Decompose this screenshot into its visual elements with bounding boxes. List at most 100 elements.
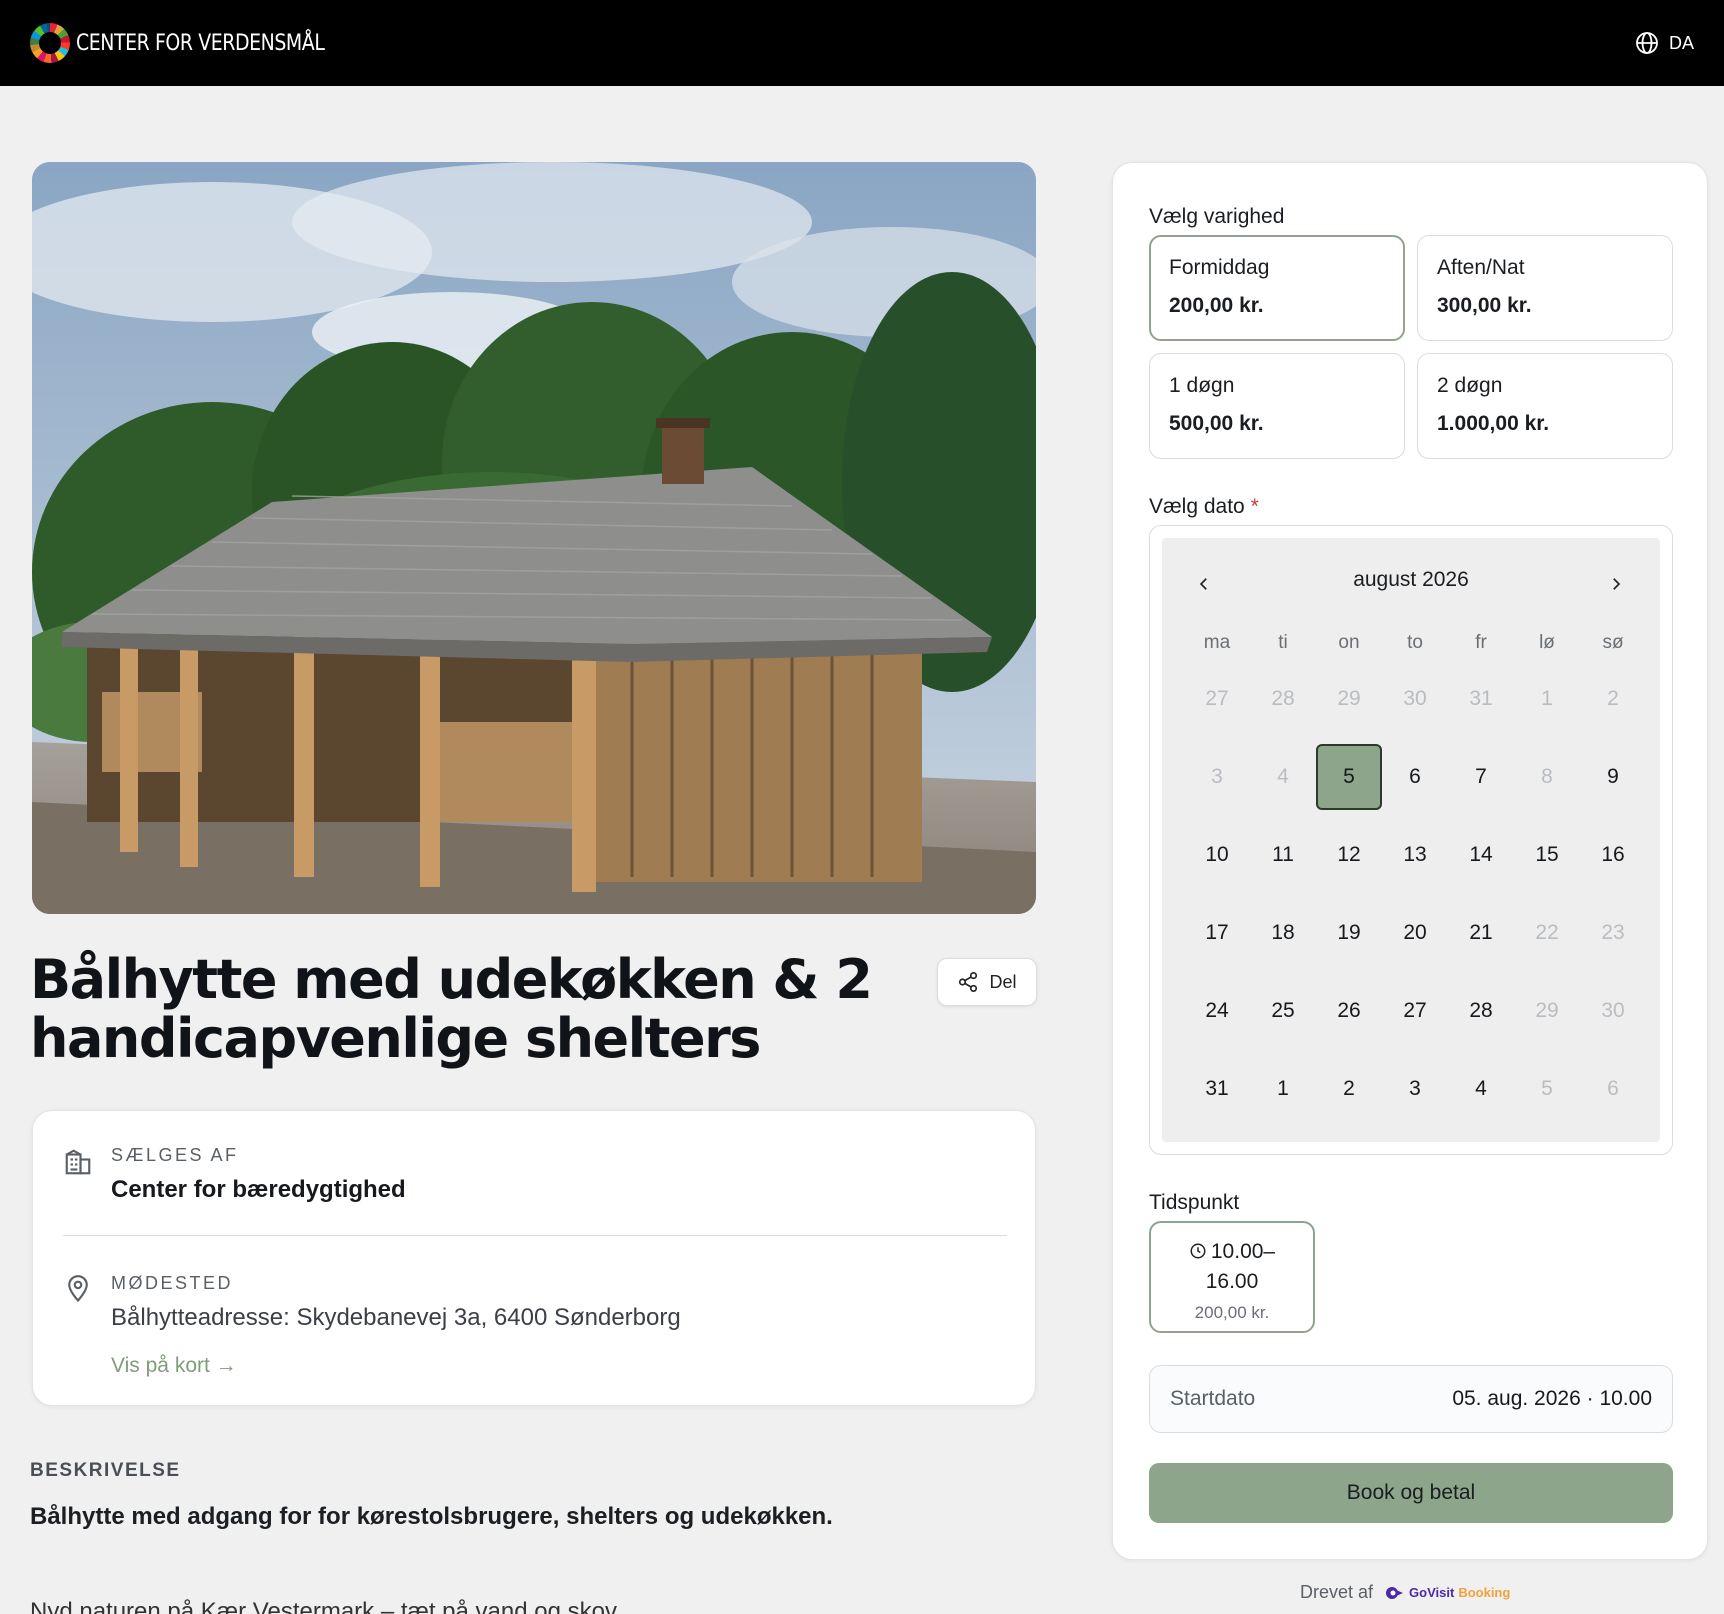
top-bar: CENTER FOR VERDENSMÅL DA [0,0,1724,86]
building-icon [65,1149,91,1175]
calendar-day[interactable]: 3 [1382,1056,1448,1122]
weekday-header: to [1407,632,1423,653]
calendar-day[interactable]: 21 [1448,900,1514,966]
calendar-day[interactable]: 7 [1448,744,1514,810]
required-mark: * [1250,495,1259,518]
meeting-label: MØDESTED [111,1273,234,1293]
calendar-day-selected[interactable]: 5 [1316,744,1382,810]
duration-label: Vælg varighed [1149,205,1285,228]
calendar-frame: august 2026 ma ti on to fr lø sø 27 28 29 30 31 1 2 3 4… [1149,525,1673,1155]
duration-option-1-doegn[interactable]: 1 døgn 500,00 kr. [1149,353,1405,459]
seller-block: SÆLGES AF Center for bæredygtighed [111,1145,406,1204]
logo-part1: GoVisit [1409,1585,1455,1600]
calendar-day: 3 [1211,765,1223,788]
brand-name: CENTER FOR VERDENSMÅL [76,30,325,56]
calendar-month: august 2026 [1353,568,1469,591]
calendar-day[interactable]: 1 [1250,1056,1316,1122]
calendar-day[interactable]: 19 [1316,900,1382,966]
calendar-day: 27 [1205,687,1229,710]
weekday-header: ma [1203,632,1231,653]
language-code: DA [1668,32,1694,53]
time-slot-start: 10.00– [1210,1240,1276,1263]
time-slot-end: 16.00 [1205,1270,1259,1293]
govisit-logo[interactable]: GoVisit Booking [1385,1585,1510,1600]
page-title: Bålhytte med udekøkken & 2 handicapvenli… [30,948,873,1070]
duration-price: 500,00 kr. [1169,412,1264,435]
calendar-day[interactable]: 15 [1514,822,1580,888]
summary-label: Startdato [1170,1387,1256,1410]
duration-option-aften-nat[interactable]: Aften/Nat 300,00 kr. [1417,235,1673,341]
calendar-day[interactable]: 10 [1184,822,1250,888]
calendar-day: 2 [1607,687,1619,710]
duration-option-formiddag[interactable]: Formiddag 200,00 kr. [1149,235,1405,341]
calendar-day: 22 [1535,921,1559,944]
calendar-day: 29 [1337,687,1361,710]
date-label: Vælg dato * [1149,495,1259,519]
book-and-pay-button[interactable]: Book og betal [1149,1463,1673,1523]
calendar-day[interactable]: 26 [1316,978,1382,1044]
weekday-header: lø [1539,632,1555,653]
powered-by: Drevet af GoVisit Booking [1300,1582,1510,1603]
calendar-day[interactable]: 11 [1250,822,1316,888]
calendar-day[interactable]: 9 [1580,744,1646,810]
calendar-day[interactable]: 31 [1184,1056,1250,1122]
calendar-day: 30 [1601,999,1625,1022]
next-month-button[interactable] [1596,564,1636,604]
seller-name: Center for bæredygtighed [111,1176,406,1203]
start-date-summary: Startdato 05. aug. 2026 · 10.00 [1149,1365,1673,1433]
logo-part2: Booking [1458,1585,1511,1600]
calendar-day: 8 [1541,765,1553,788]
calendar-day[interactable]: 18 [1250,900,1316,966]
calendar-day[interactable]: 14 [1448,822,1514,888]
calendar-day[interactable]: 12 [1316,822,1382,888]
calendar-day[interactable]: 16 [1580,822,1646,888]
location-pin-icon [68,1275,88,1303]
booking-card: Vælg varighed Formiddag 200,00 kr. Aften… [1112,162,1708,1560]
duration-name: Formiddag [1169,256,1270,279]
calendar-day[interactable]: 17 [1184,900,1250,966]
share-label: Del [989,971,1017,992]
description-lead: Bålhytte med adgang for for kørestolsbru… [30,1503,833,1530]
duration-name: 1 døgn [1169,374,1235,397]
globe-icon [1636,32,1658,54]
calendar-day[interactable]: 13 [1382,822,1448,888]
calendar-day[interactable]: 24 [1184,978,1250,1044]
duration-option-2-doegn[interactable]: 2 døgn 1.000,00 kr. [1417,353,1673,459]
calendar-day[interactable]: 4 [1448,1056,1514,1122]
meeting-block: MØDESTED Bålhytteadresse: Skydebanevej 3… [111,1273,681,1378]
calendar-day: 31 [1469,687,1493,710]
info-divider [63,1235,1007,1236]
calendar-day[interactable]: 25 [1250,978,1316,1044]
calendar-day[interactable]: 2 [1316,1056,1382,1122]
powered-by-label: Drevet af [1300,1582,1374,1602]
date-label-text: Vælg dato [1149,495,1245,518]
calendar-day: 1 [1541,687,1553,710]
calendar-day[interactable]: 6 [1382,744,1448,810]
duration-price: 300,00 kr. [1437,294,1532,317]
weekday-header: ti [1278,632,1288,653]
info-card: SÆLGES AF Center for bæredygtighed MØDES… [32,1110,1036,1406]
calendar-day: 28 [1271,687,1295,710]
calendar-day: 23 [1601,921,1625,944]
brand-logo[interactable]: CENTER FOR VERDENSMÅL [30,23,365,63]
language-switcher[interactable]: DA [1635,31,1694,55]
calendar-day[interactable]: 28 [1448,978,1514,1044]
meeting-address: Bålhytteadresse: Skydebanevej 3a, 6400 S… [111,1304,681,1331]
calendar-day: 30 [1403,687,1427,710]
time-slot-price: 200,00 kr. [1194,1303,1270,1322]
description-label: BESKRIVELSE [30,1460,181,1481]
duration-price: 1.000,00 kr. [1437,412,1550,435]
summary-value: 05. aug. 2026 · 10.00 [1452,1387,1652,1410]
share-icon [959,972,978,992]
calendar-day: 5 [1541,1077,1553,1100]
show-on-map-link[interactable]: Vis på kort → [111,1354,237,1378]
calendar-day: 6 [1607,1077,1619,1100]
weekday-header: fr [1475,632,1487,653]
time-slot-option[interactable]: 10.00– 16.00 200,00 kr. [1149,1221,1315,1333]
share-button[interactable]: Del [937,958,1037,1006]
hero-image [32,162,1036,914]
calendar-day[interactable]: 27 [1382,978,1448,1044]
calendar: august 2026 ma ti on to fr lø sø 27 28 29 30 31 1 2 3 4… [1162,538,1660,1142]
calendar-day[interactable]: 20 [1382,900,1448,966]
weekday-header: sø [1602,632,1624,653]
